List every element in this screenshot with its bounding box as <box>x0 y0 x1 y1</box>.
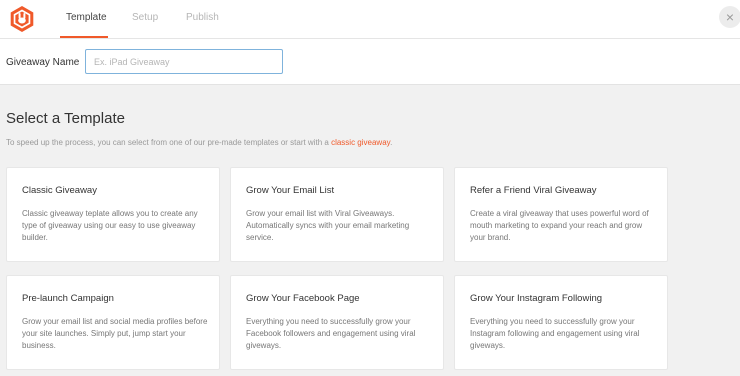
classic-giveaway-link[interactable]: classic giveaway <box>331 138 390 147</box>
rocket-bunny-logo-icon[interactable] <box>8 5 36 33</box>
template-card-refer-a-friend[interactable]: Refer a Friend Viral Giveaway Create a v… <box>454 167 668 262</box>
section-description: To speed up the process, you can select … <box>6 138 392 147</box>
close-button[interactable]: × <box>719 6 740 28</box>
top-bar: Template Setup Publish × <box>0 0 740 39</box>
giveaway-name-input[interactable] <box>85 49 283 74</box>
section-description-text: To speed up the process, you can select … <box>6 138 329 147</box>
template-card-grow-email-list[interactable]: Grow Your Email List Grow your email lis… <box>230 167 444 262</box>
close-icon: × <box>725 9 735 25</box>
template-card-description: Grow your email list and social media pr… <box>22 317 208 350</box>
template-card-grow-instagram-following[interactable]: Grow Your Instagram Following Everything… <box>454 275 668 370</box>
template-card-title: Grow Your Facebook Page <box>246 293 360 304</box>
giveaway-name-label: Giveaway Name <box>6 57 80 68</box>
template-card-title: Grow Your Email List <box>246 185 335 196</box>
template-card-title: Pre-launch Campaign <box>22 293 114 304</box>
template-card-description: Everything you need to successfully grow… <box>246 317 416 350</box>
tab-template[interactable]: Template <box>66 12 107 23</box>
section-description-end: . <box>390 138 393 147</box>
tab-publish[interactable]: Publish <box>186 12 219 23</box>
template-card-pre-launch-campaign[interactable]: Pre-launch Campaign Grow your email list… <box>6 275 220 370</box>
giveaway-name-row: Giveaway Name <box>0 39 740 85</box>
template-card-title: Refer a Friend Viral Giveaway <box>470 185 597 196</box>
template-card-grow-facebook-page[interactable]: Grow Your Facebook Page Everything you n… <box>230 275 444 370</box>
template-card-classic-giveaway[interactable]: Classic Giveaway Classic giveaway teplat… <box>6 167 220 262</box>
tab-setup[interactable]: Setup <box>132 12 158 23</box>
active-tab-indicator <box>60 36 108 38</box>
template-card-title: Classic Giveaway <box>22 185 97 196</box>
template-card-description: Create a viral giveaway that uses powerf… <box>470 209 649 242</box>
template-card-description: Everything you need to successfully grow… <box>470 317 640 350</box>
section-title: Select a Template <box>6 110 125 127</box>
template-card-title: Grow Your Instagram Following <box>470 293 603 304</box>
template-card-description: Classic giveaway teplate allows you to c… <box>22 209 198 242</box>
template-card-description: Grow your email list with Viral Giveaway… <box>246 209 410 242</box>
